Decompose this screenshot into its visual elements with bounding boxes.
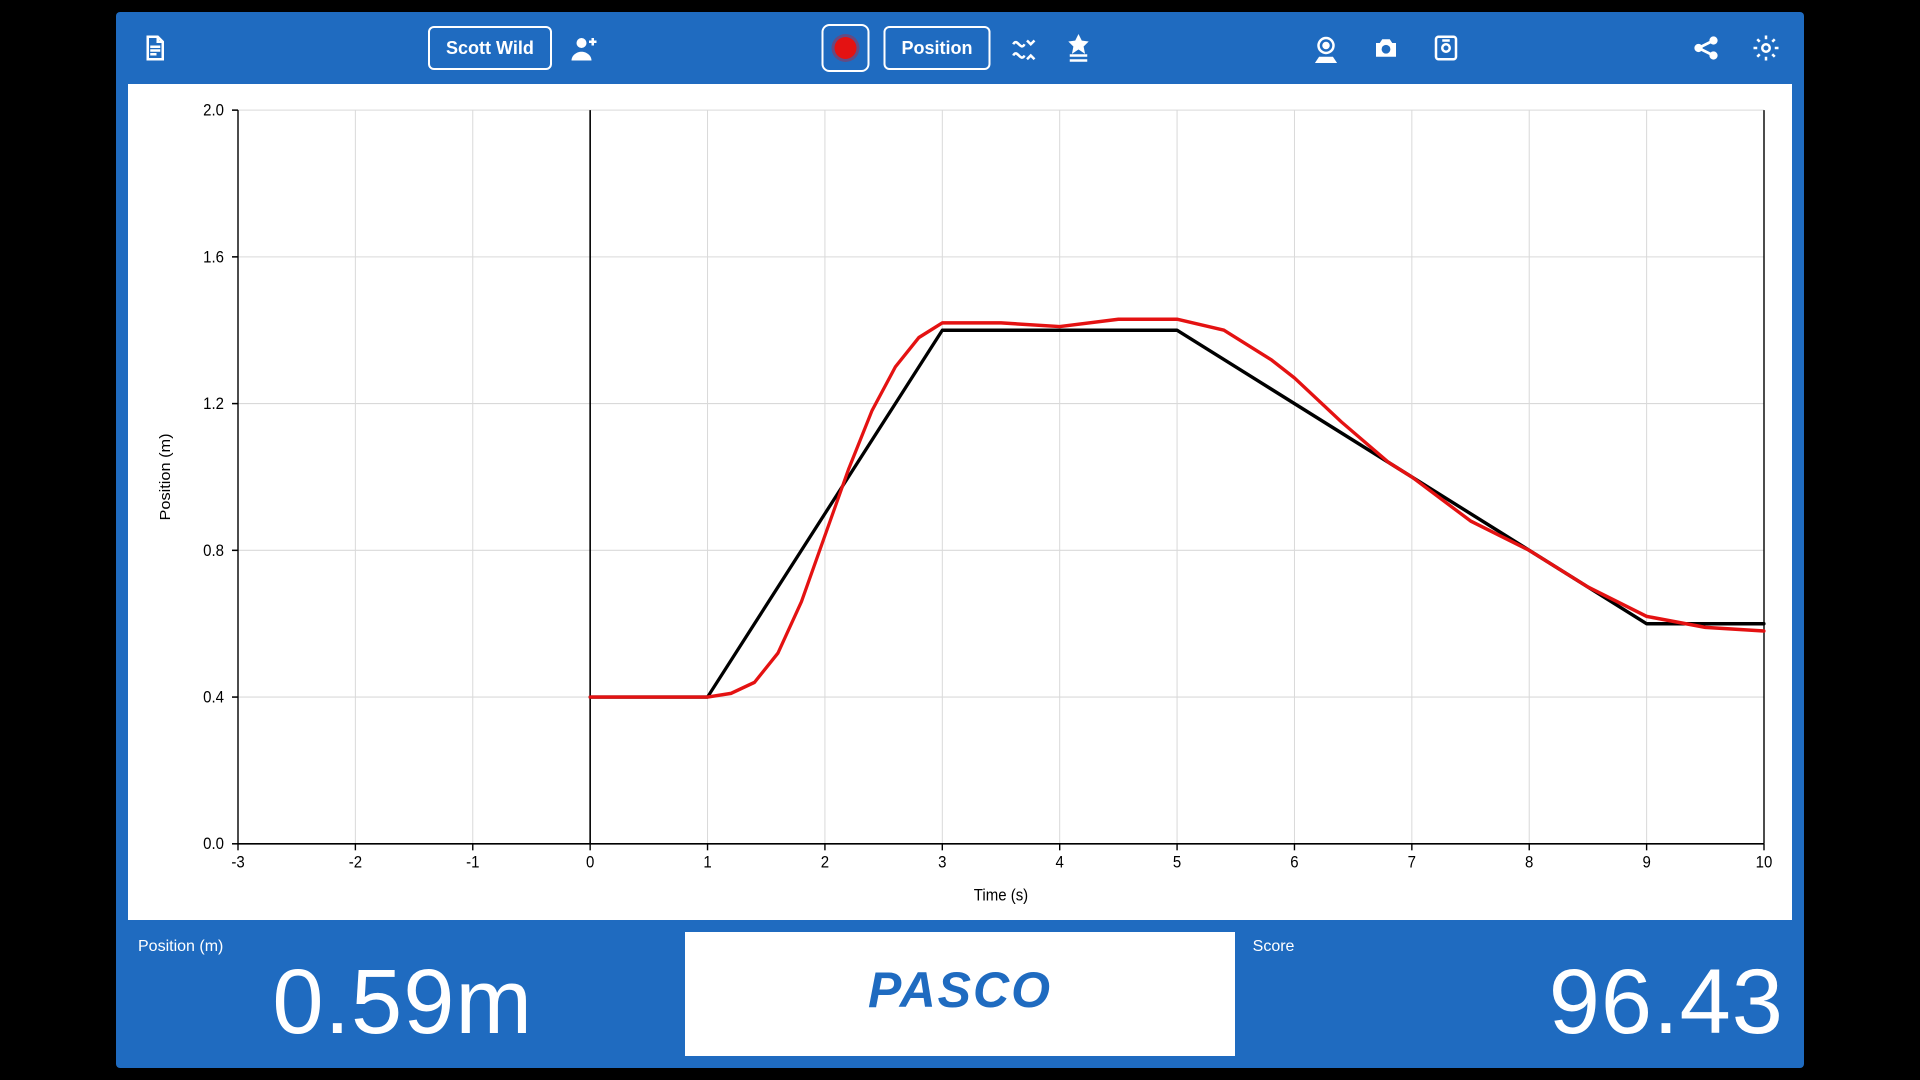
- leaderboard-icon[interactable]: [1059, 28, 1099, 68]
- svg-text:8: 8: [1525, 854, 1534, 872]
- score-label: Score: [1253, 938, 1295, 956]
- record-button[interactable]: [822, 24, 870, 72]
- webcam-icon[interactable]: [1306, 28, 1346, 68]
- match-graph-icon[interactable]: [1005, 28, 1045, 68]
- svg-text:1: 1: [703, 854, 711, 872]
- chart-area[interactable]: -3 -2 -1 0 1 2 3 4 5 6 7 8 9 10 0.0 0.4 0.8 1.2 1.6 2.0 Time…: [128, 84, 1792, 920]
- journal-snapshot-icon[interactable]: [1426, 28, 1466, 68]
- app-frame: Scott Wild Position: [116, 12, 1804, 1068]
- add-user-icon[interactable]: [564, 28, 604, 68]
- score-value: 96.43: [1549, 956, 1792, 1048]
- svg-text:10: 10: [1756, 854, 1773, 872]
- svg-text:0.8: 0.8: [203, 542, 224, 560]
- mode-button[interactable]: Position: [884, 26, 991, 70]
- settings-icon[interactable]: [1746, 28, 1786, 68]
- svg-text:6: 6: [1290, 854, 1299, 872]
- svg-text:0.0: 0.0: [203, 836, 224, 854]
- toolbar-center: Position: [822, 24, 1099, 72]
- svg-text:1.6: 1.6: [203, 249, 224, 267]
- svg-text:3: 3: [938, 854, 947, 872]
- position-readout-value: 0.59m: [272, 956, 533, 1048]
- svg-text:5: 5: [1173, 854, 1182, 872]
- toolbar: Scott Wild Position: [116, 12, 1804, 84]
- position-time-chart: -3 -2 -1 0 1 2 3 4 5 6 7 8 9 10 0.0 0.4 0.8 1.2 1.6 2.0 Time…: [128, 84, 1792, 920]
- svg-text:Time (s): Time (s): [974, 887, 1028, 905]
- share-icon[interactable]: [1686, 28, 1726, 68]
- svg-text:0: 0: [586, 854, 595, 872]
- svg-text:4: 4: [1056, 854, 1065, 872]
- svg-text:-2: -2: [349, 854, 362, 872]
- svg-text:Position (m): Position (m): [158, 433, 174, 520]
- brand-logo: PASCO: [868, 961, 1052, 1019]
- svg-text:-1: -1: [466, 854, 479, 872]
- camera-icon[interactable]: [1366, 28, 1406, 68]
- position-readout-label: Position (m): [138, 938, 223, 956]
- svg-text:9: 9: [1642, 854, 1650, 872]
- svg-text:0.4: 0.4: [203, 689, 224, 707]
- score-panel: Score 96.43: [1243, 932, 1792, 1056]
- record-icon: [835, 37, 857, 59]
- footer: Position (m) 0.59m PASCO Score 96.43: [128, 932, 1792, 1056]
- user-name-button[interactable]: Scott Wild: [428, 26, 552, 70]
- svg-text:2: 2: [821, 854, 829, 872]
- brand-panel: PASCO: [685, 932, 1234, 1056]
- document-icon[interactable]: [134, 28, 174, 68]
- svg-text:-3: -3: [231, 854, 245, 872]
- svg-text:7: 7: [1408, 854, 1416, 872]
- position-readout-panel: Position (m) 0.59m: [128, 932, 677, 1056]
- svg-text:2.0: 2.0: [203, 102, 224, 120]
- svg-text:1.2: 1.2: [203, 395, 224, 413]
